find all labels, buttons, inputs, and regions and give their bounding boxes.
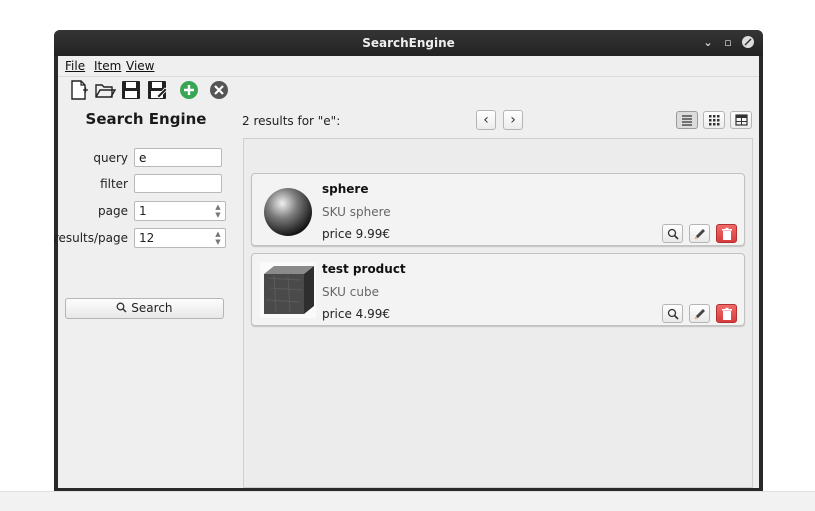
menu-file[interactable]: File xyxy=(65,59,85,73)
grid-view-button[interactable] xyxy=(703,111,725,129)
results-per-page-value: 12 xyxy=(139,231,155,245)
grid-view-icon xyxy=(709,115,720,126)
maximize-icon[interactable]: ▫ xyxy=(720,35,736,51)
search-panel: Search Engine query e filter page 1 ▲ ▼ … xyxy=(54,104,234,488)
product-sku: SKU sphere xyxy=(322,205,391,219)
delete-button[interactable] xyxy=(716,304,737,323)
trash-icon xyxy=(722,307,732,320)
search-icon xyxy=(667,228,679,240)
save-icon[interactable] xyxy=(120,79,142,101)
view-button[interactable] xyxy=(662,304,683,323)
edit-button[interactable] xyxy=(689,224,710,243)
query-label: query xyxy=(93,151,128,165)
edit-button[interactable] xyxy=(689,304,710,323)
product-sku: SKU cube xyxy=(322,285,379,299)
page-value: 1 xyxy=(139,204,147,218)
search-button-label: Search xyxy=(131,301,173,315)
menu-item[interactable]: Item xyxy=(94,59,121,73)
delete-button[interactable] xyxy=(716,224,737,243)
close-window-icon[interactable] xyxy=(740,35,756,51)
spin-down-icon[interactable]: ▼ xyxy=(213,211,223,219)
add-icon[interactable] xyxy=(178,79,200,101)
pencil-icon xyxy=(695,229,705,239)
results-summary: 2 results for "e": xyxy=(242,114,341,128)
product-name: test product xyxy=(322,262,406,276)
client-area: File Item View Search Engine query e fil… xyxy=(54,56,759,488)
save-as-icon[interactable] xyxy=(146,79,168,101)
desktop-bottom-strip xyxy=(0,491,815,511)
results-per-page-spinbox[interactable]: 12 ▲ ▼ xyxy=(134,228,226,248)
search-icon xyxy=(667,308,679,320)
minimize-icon[interactable]: ⌄ xyxy=(700,35,716,51)
spin-up-icon[interactable]: ▲ xyxy=(213,230,223,238)
trash-icon xyxy=(722,227,732,240)
view-button[interactable] xyxy=(662,224,683,243)
close-icon[interactable] xyxy=(208,79,230,101)
spin-down-icon[interactable]: ▼ xyxy=(213,238,223,246)
product-price: price 9.99€ xyxy=(322,227,391,241)
results-list: sphere SKU sphere price 9.99€ test produ… xyxy=(243,138,753,488)
query-input[interactable]: e xyxy=(134,148,222,167)
pencil-icon xyxy=(695,309,705,319)
filter-input[interactable] xyxy=(134,174,222,193)
next-page-button[interactable]: › xyxy=(503,110,523,130)
search-panel-title: Search Engine xyxy=(85,110,207,128)
title-bar[interactable]: SearchEngine ⌄ ▫ xyxy=(54,30,763,56)
app-window: SearchEngine ⌄ ▫ File Item View Search E… xyxy=(54,30,763,491)
product-name: sphere xyxy=(322,182,369,196)
toolbar xyxy=(58,77,759,103)
page-label: page xyxy=(98,204,128,218)
cube-thumbnail xyxy=(260,262,316,318)
result-card[interactable]: test product SKU cube price 4.99€ xyxy=(251,253,745,326)
table-view-icon xyxy=(735,114,748,126)
results-per-page-label: results/page xyxy=(54,231,128,245)
menu-view[interactable]: View xyxy=(126,59,154,73)
sphere-thumbnail xyxy=(260,182,316,238)
list-view-button[interactable] xyxy=(676,111,698,129)
table-view-button[interactable] xyxy=(730,111,752,129)
page-spinbox[interactable]: 1 ▲ ▼ xyxy=(134,201,226,221)
menu-bar: File Item View xyxy=(58,56,759,77)
spin-up-icon[interactable]: ▲ xyxy=(213,203,223,211)
previous-page-button[interactable]: ‹ xyxy=(476,110,496,130)
result-card[interactable]: sphere SKU sphere price 9.99€ xyxy=(251,173,745,246)
search-button[interactable]: Search xyxy=(65,298,224,319)
search-icon xyxy=(117,302,127,313)
window-title: SearchEngine xyxy=(362,36,455,50)
new-document-icon[interactable] xyxy=(68,79,90,101)
product-price: price 4.99€ xyxy=(322,307,391,321)
filter-label: filter xyxy=(100,177,128,191)
open-folder-icon[interactable] xyxy=(94,79,117,101)
list-view-icon xyxy=(682,115,692,126)
